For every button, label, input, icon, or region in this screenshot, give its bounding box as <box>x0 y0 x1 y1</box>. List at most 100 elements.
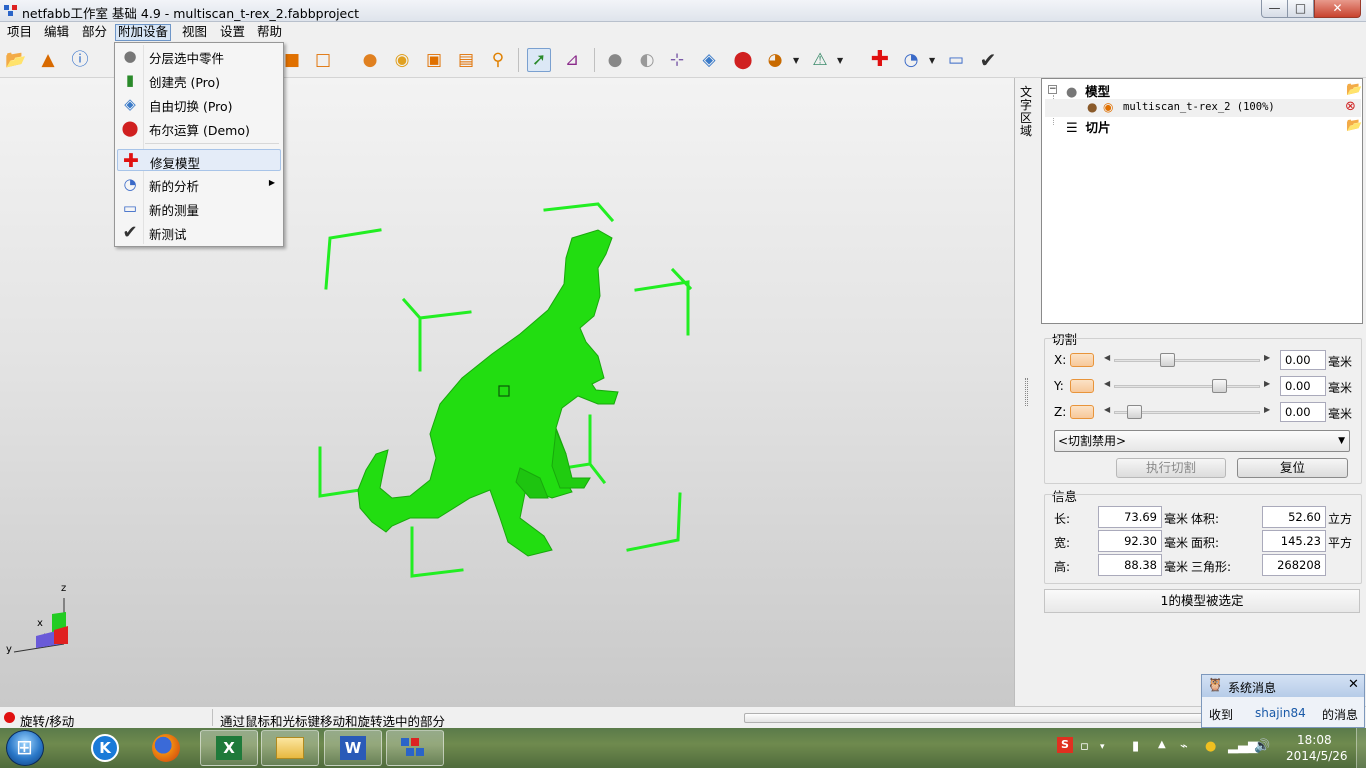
menu-edit[interactable]: 编辑 <box>42 24 71 41</box>
tree-expander[interactable]: − <box>1048 85 1057 94</box>
menu-item-new-measurement[interactable]: ▭ 新的测量 <box>117 197 281 219</box>
right-panel: − ● 模型 📂 ● ◉ multiscan_t-rex_2 (100%) ⊗ … <box>1038 78 1366 706</box>
chevron-down-icon[interactable]: ▼ <box>837 56 843 65</box>
show-desktop-button[interactable] <box>1356 728 1366 768</box>
menu-item-new-test[interactable]: ✔ 新测试 <box>117 221 281 243</box>
chevron-down-icon[interactable]: ▼ <box>929 56 935 65</box>
tree-item-models[interactable]: ● 模型 <box>1066 81 1110 100</box>
section-icon[interactable]: ◕ <box>763 48 787 72</box>
notification-header: 🦉 系统消息 ✕ <box>1202 675 1364 697</box>
frame-icon[interactable]: ▣ <box>422 48 446 72</box>
tree-item-slices[interactable]: ☰ 切片 <box>1066 117 1111 136</box>
analysis-icon[interactable]: ◔ <box>899 48 923 72</box>
splitter-grip-icon[interactable] <box>1025 378 1028 406</box>
menu-item-create-shell[interactable]: ▮ 创建壳 (Pro) <box>117 69 281 91</box>
cut-x-value[interactable]: 0.00 <box>1280 350 1326 370</box>
cut-z-value[interactable]: 0.00 <box>1280 402 1326 422</box>
select-cursor-icon[interactable]: ➚ <box>527 48 551 72</box>
clock-time[interactable]: 18:08 <box>1297 733 1332 747</box>
check-icon[interactable]: ✔ <box>976 48 1000 72</box>
extras-dropdown-menu: ● 分层选中零件 ▮ 创建壳 (Pro) ◈ 自由切换 (Pro) ⬤ 布尔运算… <box>114 42 284 247</box>
add-part-icon[interactable]: ▲ <box>36 48 60 72</box>
usb-icon[interactable]: ⌁ <box>1180 739 1188 754</box>
open-folder-icon[interactable]: 📂 <box>1346 118 1362 133</box>
repair-cross-icon[interactable]: ✚ <box>868 48 892 72</box>
spheres-icon[interactable]: ● <box>358 48 382 72</box>
rotate-icon[interactable]: ◐ <box>635 48 659 72</box>
netfabb-app-icon <box>4 5 18 17</box>
explorer-icon[interactable] <box>261 730 319 766</box>
menu-settings[interactable]: 设置 <box>218 24 247 41</box>
cut-z-color[interactable] <box>1070 405 1094 419</box>
axis-label-y: y <box>6 644 12 655</box>
tray-settings-icon[interactable]: ▾ <box>1100 742 1105 752</box>
magnifier-icon[interactable]: ⚲ <box>486 48 510 72</box>
menu-project[interactable]: 项目 <box>5 24 34 41</box>
reset-button[interactable]: 复位 <box>1237 458 1348 478</box>
keyboard-icon[interactable]: ▫ <box>1080 739 1089 754</box>
execute-cut-button[interactable]: 执行切割 <box>1116 458 1226 478</box>
menu-item-free-cut[interactable]: ◈ 自由切换 (Pro) <box>117 93 281 115</box>
measure-icon[interactable]: ⊹ <box>665 48 689 72</box>
warning-icon[interactable]: ⚠ <box>808 48 832 72</box>
cut-x-color[interactable] <box>1070 353 1094 367</box>
cut-plane-icon[interactable]: ◈ <box>697 48 721 72</box>
menu-bar: 项目 编辑 部分 附加设备 视图 设置 帮助 <box>0 22 1366 42</box>
cut-y-slider[interactable]: ◀ ▶ <box>1102 378 1272 394</box>
height-unit: 毫米 <box>1164 560 1189 574</box>
open-folder-icon[interactable]: 📂 <box>1346 82 1362 97</box>
box-icon[interactable]: □ <box>311 48 335 72</box>
show-hidden-icons-icon[interactable]: ▲ <box>1158 739 1166 750</box>
ruler-icon[interactable]: ▭ <box>944 48 968 72</box>
cut-y-color[interactable] <box>1070 379 1094 393</box>
firefox-icon[interactable] <box>137 730 195 766</box>
security-icon[interactable]: ● <box>1205 739 1216 754</box>
word-icon[interactable]: W <box>324 730 382 766</box>
menu-item-slice-selected[interactable]: ● 分层选中零件 <box>117 45 281 67</box>
tree-item-part[interactable]: ● ◉ multiscan_t-rex_2 (100%) ⊗ <box>1045 99 1361 117</box>
start-button[interactable] <box>6 730 44 766</box>
minimize-button[interactable]: — <box>1261 0 1288 18</box>
notification-user-link[interactable]: shajin84 <box>1255 706 1306 720</box>
axes-icon[interactable]: ⊿ <box>560 48 584 72</box>
status-indicator-icon <box>4 712 15 723</box>
part-info-icon[interactable]: ⓘ <box>68 48 92 72</box>
menu-item-boolean[interactable]: ⬤ 布尔运算 (Demo) <box>117 117 281 139</box>
axis-label-z: z <box>61 583 67 594</box>
boolean-icon: ⬤ <box>121 119 139 137</box>
menu-help[interactable]: 帮助 <box>255 24 284 41</box>
maximize-button[interactable]: □ <box>1287 0 1314 18</box>
kugou-icon[interactable]: K <box>76 730 134 766</box>
system-notification[interactable]: 🦉 系统消息 ✕ 收到 shajin84 的消息 <box>1201 674 1365 728</box>
clock-date[interactable]: 2014/5/26 <box>1286 749 1348 763</box>
netfabb-icon[interactable] <box>386 730 444 766</box>
side-tab-label[interactable]: 文字区域 <box>1020 86 1034 138</box>
boolean-icon[interactable]: ⬤ <box>731 48 755 72</box>
sphere-white-icon[interactable]: ● <box>603 48 627 72</box>
height-label: 高: <box>1054 560 1071 574</box>
battery-icon[interactable]: ▮ <box>1132 739 1139 754</box>
project-tree[interactable]: − ● 模型 📂 ● ◉ multiscan_t-rex_2 (100%) ⊗ … <box>1041 78 1363 324</box>
menu-item-new-analysis[interactable]: ◔ 新的分析 ▶ <box>117 173 281 195</box>
menu-view[interactable]: 视图 <box>180 24 209 41</box>
sphere-icon[interactable]: ◉ <box>390 48 414 72</box>
menu-extras[interactable]: 附加设备 <box>115 24 172 41</box>
frame-zoom-icon[interactable]: ▤ <box>454 48 478 72</box>
sogou-input-icon[interactable]: S <box>1057 737 1073 753</box>
excel-icon[interactable]: X <box>200 730 258 766</box>
menu-item-repair-model[interactable]: ✚ 修复模型 <box>117 149 281 172</box>
remove-part-icon[interactable]: ⊗ <box>1345 99 1356 114</box>
notification-close-button[interactable]: ✕ <box>1348 677 1359 692</box>
volume-icon[interactable]: 🔊 <box>1254 739 1270 754</box>
cut-x-slider[interactable]: ◀ ▶ <box>1102 352 1272 368</box>
cut-y-value[interactable]: 0.00 <box>1280 376 1326 396</box>
cut-mode-select[interactable]: <切割禁用> ▼ <box>1054 430 1350 452</box>
menu-item-label: 自由切换 (Pro) <box>149 99 233 114</box>
cut-z-slider[interactable]: ◀ ▶ <box>1102 404 1272 420</box>
close-button[interactable]: ✕ <box>1314 0 1361 18</box>
open-folder-icon[interactable]: 📂 <box>4 48 28 72</box>
visibility-eye-icon[interactable]: ◉ <box>1103 100 1113 114</box>
chevron-down-icon[interactable]: ▼ <box>793 56 799 65</box>
menu-part[interactable]: 部分 <box>80 24 109 41</box>
area-label: 面积: <box>1191 536 1220 550</box>
